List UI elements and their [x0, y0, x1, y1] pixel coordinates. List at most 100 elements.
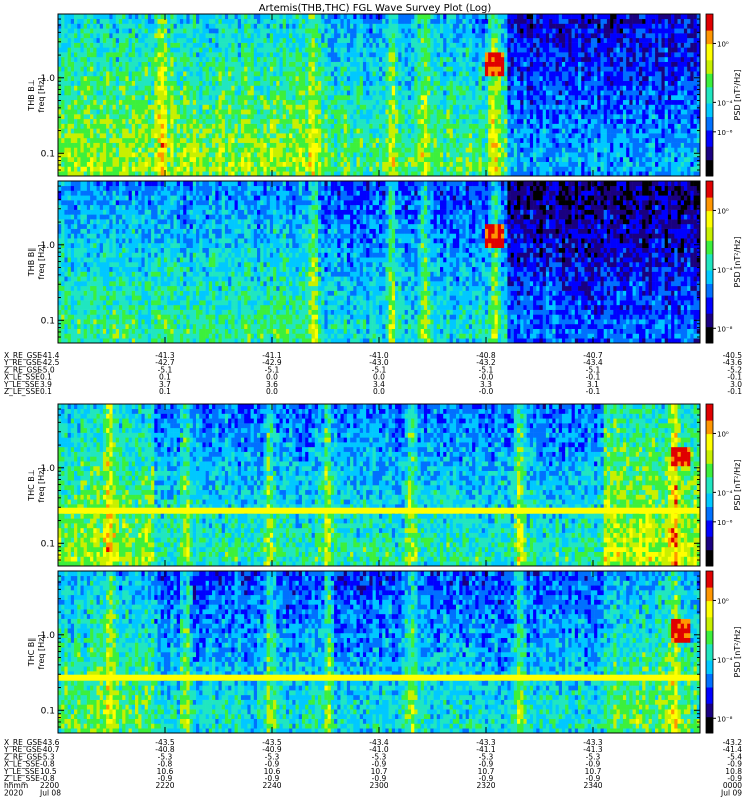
spectrogram-cell: [170, 71, 174, 76]
spectrogram-cell: [58, 157, 62, 162]
spectrogram-cell: [90, 47, 94, 52]
spectrogram-cell: [113, 71, 117, 76]
spectrogram-cell: [132, 162, 136, 167]
spectrogram-cell: [122, 128, 126, 133]
spectrogram-cell: [116, 66, 120, 71]
spectrogram-cell: [58, 33, 62, 38]
spectrogram-cell: [74, 162, 78, 167]
spectrogram-cell: [151, 57, 155, 62]
spectrogram-cell: [106, 138, 110, 143]
spectrogram-cell: [161, 38, 165, 43]
spectrogram-cell: [68, 114, 72, 119]
spectrogram-cell: [74, 152, 78, 157]
spectrogram-cell: [100, 14, 104, 19]
spectrogram-cell: [80, 19, 84, 24]
spectrogram-cell: [122, 71, 126, 76]
spectrogram-cell: [154, 157, 158, 162]
spectrogram-cell: [170, 109, 174, 114]
spectrogram-cell: [90, 143, 94, 148]
spectrogram-cell: [90, 62, 94, 67]
spectrogram-cell: [158, 57, 162, 62]
spectrogram-cell: [138, 24, 142, 29]
spectrogram-cell: [77, 119, 81, 124]
spectrogram-cell: [158, 90, 162, 95]
spectrogram-cell: [74, 124, 78, 129]
spectrogram-cell: [164, 38, 168, 43]
spectrogram-cell: [161, 90, 165, 95]
spectrogram-cell: [100, 166, 104, 171]
spectrogram-cell: [100, 38, 104, 43]
spectrogram-cell: [77, 143, 81, 148]
spectrogram-cell: [145, 33, 149, 38]
spectrogram-cell: [167, 100, 171, 105]
spectrogram-cell: [129, 38, 133, 43]
spectrogram-cell: [148, 43, 152, 48]
spectrogram-cell: [161, 152, 165, 157]
spectrogram-cell: [97, 76, 101, 81]
spectrogram-cell: [74, 57, 78, 62]
spectrogram-cell: [64, 95, 68, 100]
spectrogram-cell: [174, 162, 178, 167]
spectrogram-cell: [80, 114, 84, 119]
spectrogram-cell: [64, 19, 68, 24]
spectrogram-cell: [154, 43, 158, 48]
spectrogram-cell: [80, 138, 84, 143]
spectrogram-cell: [100, 133, 104, 138]
spectrogram-cell: [80, 95, 84, 100]
spectrogram-cell: [103, 166, 107, 171]
spectrogram-cell: [71, 76, 75, 81]
spectrogram-cell: [74, 81, 78, 86]
spectrogram-cell: [90, 76, 94, 81]
spectrogram-cell: [145, 38, 149, 43]
spectrogram-cell: [84, 162, 88, 167]
spectrogram-cell: [97, 119, 101, 124]
spectrogram-cell: [119, 47, 123, 52]
spectrogram-cell: [58, 124, 62, 129]
spectrogram-cell: [174, 85, 178, 90]
spectrogram-cell: [119, 105, 123, 110]
spectrogram-cell: [116, 105, 120, 110]
spectrogram-cell: [161, 128, 165, 133]
spectrogram-cell: [141, 47, 145, 52]
spectrogram-cell: [74, 47, 78, 52]
spectrogram-cell: [71, 138, 75, 143]
spectrogram-cell: [80, 105, 84, 110]
spectrogram-cell: [125, 81, 129, 86]
spectrogram-cell: [61, 71, 65, 76]
spectrogram-cell: [103, 100, 107, 105]
spectrogram-cell: [113, 143, 117, 148]
spectrogram-cell: [106, 147, 110, 152]
spectrogram-cell: [87, 33, 91, 38]
spectrogram-cell: [132, 85, 136, 90]
spectrogram-cell: [61, 85, 65, 90]
spectrogram-cell: [80, 62, 84, 67]
spectrogram-cell: [135, 133, 139, 138]
spectrogram-cell: [132, 109, 136, 114]
spectrogram-cell: [90, 166, 94, 171]
spectrogram-cell: [93, 81, 97, 86]
spectrogram-cell: [167, 43, 171, 48]
spectrogram-cell: [170, 14, 174, 19]
spectrogram-cell: [109, 143, 113, 148]
spectrogram-cell: [154, 166, 158, 171]
spectrogram-cell: [80, 76, 84, 81]
spectrogram-cell: [64, 28, 68, 33]
spectrogram-cell: [113, 52, 117, 57]
spectrogram-cell: [103, 157, 107, 162]
spectrogram-cell: [158, 157, 162, 162]
spectrogram-cell: [109, 166, 113, 171]
spectrogram-cell: [77, 81, 81, 86]
spectrogram-cell: [122, 143, 126, 148]
spectrogram-cell: [58, 95, 62, 100]
spectrogram-cell: [132, 66, 136, 71]
spectrogram-cell: [71, 95, 75, 100]
spectrogram-cell: [158, 38, 162, 43]
spectrogram-cell: [87, 95, 91, 100]
spectrogram-cell: [164, 24, 168, 29]
spectrogram-cell: [158, 81, 162, 86]
spectrogram-cell: [122, 43, 126, 48]
spectrogram-cell: [167, 85, 171, 90]
spectrogram-cell: [148, 38, 152, 43]
spectrogram-cell: [148, 124, 152, 129]
spectrogram-cell: [132, 52, 136, 57]
